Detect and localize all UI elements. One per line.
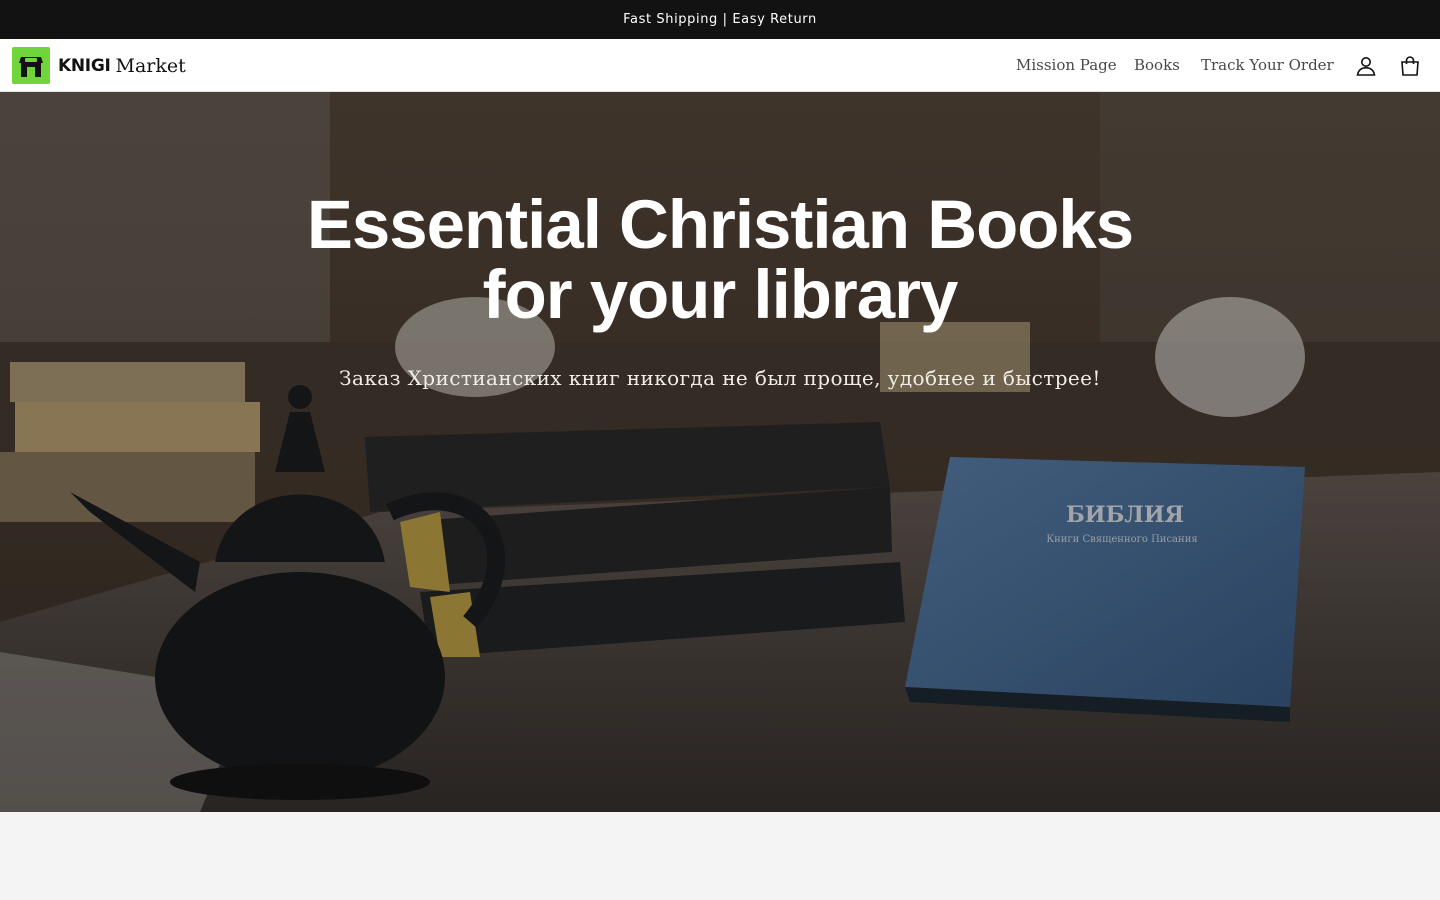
nav-mission-page[interactable]: Mission Page <box>1016 56 1117 74</box>
site-header: KNIGI Market Mission Page Books Track Yo… <box>0 39 1440 92</box>
logo-text-bold: KNIGI <box>58 55 111 76</box>
next-section <box>0 812 1440 900</box>
cart-icon[interactable] <box>1397 53 1423 79</box>
hero-title: Essential Christian Books for your libra… <box>306 186 1134 333</box>
nav-track-order[interactable]: Track Your Order <box>1201 56 1334 74</box>
site-logo[interactable]: KNIGI Market <box>12 47 186 84</box>
shop-icon <box>12 47 50 84</box>
announcement-text: Fast Shipping | Easy Return <box>623 12 817 27</box>
logo-text-light: Market <box>115 54 186 77</box>
announcement-bar: Fast Shipping | Easy Return <box>0 0 1440 39</box>
account-icon[interactable] <box>1353 53 1379 79</box>
hero-banner: БИБЛИЯ Книги Священного Писания Essentia… <box>0 92 1440 812</box>
hero-subtitle: Заказ Христианских книг никогда не был п… <box>339 366 1101 390</box>
nav-books[interactable]: Books <box>1134 56 1180 74</box>
